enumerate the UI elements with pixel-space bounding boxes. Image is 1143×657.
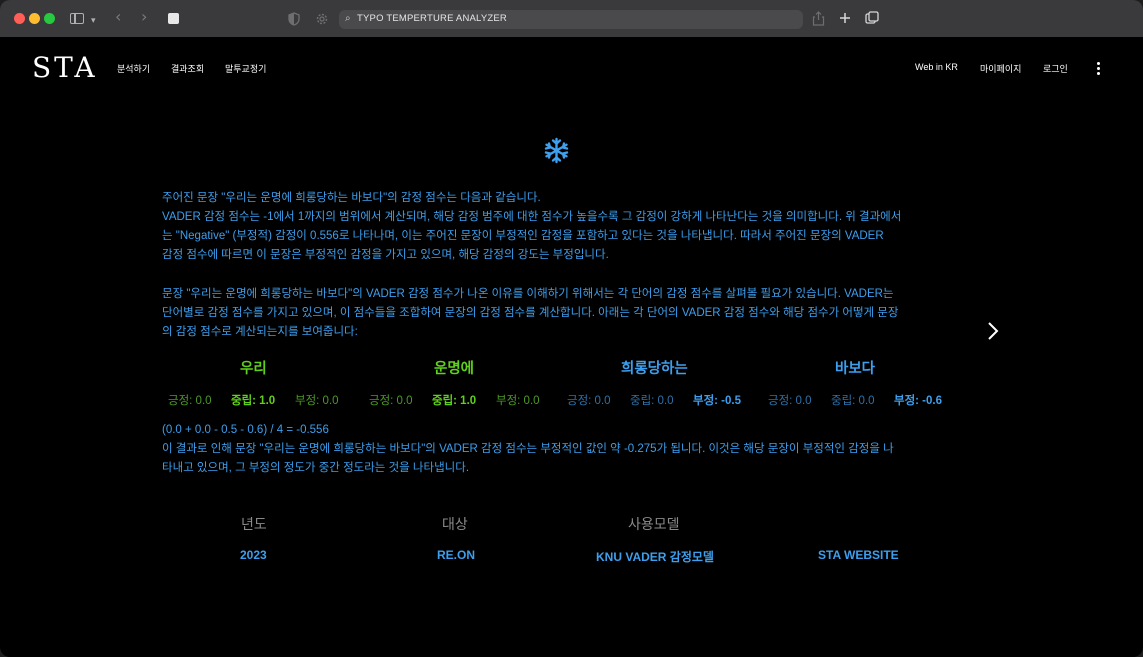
chevron-right-icon[interactable]: [985, 321, 1001, 341]
word-1-negative: 부정: 0.0: [295, 395, 339, 407]
search-icon: ⌕: [345, 13, 351, 24]
nav-results[interactable]: 결과조회: [171, 62, 204, 75]
tab-overview-icon[interactable]: [865, 11, 879, 25]
privacy-shield-icon[interactable]: [288, 12, 300, 26]
share-icon[interactable]: [812, 11, 825, 26]
address-bar[interactable]: ⌕ TYPO TEMPERTURE ANALYZER: [339, 10, 803, 29]
info-label-model: 사용모델: [628, 516, 680, 532]
back-icon[interactable]: ‹: [115, 8, 121, 26]
new-tab-icon[interactable]: [839, 12, 851, 24]
result-line: 이 결과로 인해 문장 "우리는 운명에 희롱당하는 바보다"의 VADER 감…: [162, 443, 894, 455]
nav-tone-corrector[interactable]: 말투교정기: [225, 62, 266, 75]
snowflake-icon: [544, 137, 569, 164]
nav-analyze[interactable]: 분석하기: [117, 62, 150, 75]
word-2-neutral: 중립: 1.0: [432, 395, 477, 407]
formula-line: (0.0 + 0.0 - 0.5 - 0.6) / 4 = -0.556: [162, 424, 329, 436]
nav-language[interactable]: Web in KR: [915, 62, 958, 72]
maximize-window-button[interactable]: [44, 13, 55, 24]
word-2-negative: 부정: 0.0: [496, 395, 540, 407]
tab-favicon-icon[interactable]: [168, 13, 179, 24]
word-3-neutral: 중립: 0.0: [630, 395, 674, 407]
nav-mypage[interactable]: 마이페이지: [980, 62, 1021, 75]
info-value-target: RE.ON: [437, 548, 476, 562]
browser-toolbar: ▾ ‹ › ⌕ TYPO TEMPERTURE ANALYZER: [0, 0, 1143, 37]
word-title-2: 운명에: [434, 361, 475, 377]
info-value-year: 2023: [240, 548, 267, 562]
result-line: 타내고 있으며, 그 부정의 정도가 중간 정도라는 것을 나타냅니다.: [162, 462, 470, 474]
word-2-positive: 긍정: 0.0: [369, 395, 413, 407]
info-label-year: 년도: [241, 516, 267, 532]
minimize-window-button[interactable]: [29, 13, 40, 24]
explain-line: 의 감정 점수로 계산되는지를 보여줍니다:: [162, 326, 358, 338]
explain-line: 단어별로 감정 점수를 가지고 있으며, 이 점수들을 조합하여 문장의 감정 …: [162, 307, 899, 319]
word-title-3: 희롱당하는: [621, 361, 688, 377]
chevron-down-icon[interactable]: ▾: [91, 12, 96, 30]
sidebar-icon[interactable]: [70, 13, 84, 24]
settings-gear-icon[interactable]: [315, 12, 329, 26]
info-value-model: KNU VADER 감정모델: [596, 550, 714, 564]
forward-icon[interactable]: ›: [141, 8, 147, 26]
explain-paragraph: 문장 "우리는 운명에 희롱당하는 바보다"의 VADER 감정 점수가 나온 …: [162, 285, 952, 342]
intro-line: VADER 감정 점수는 -1에서 1까지의 범위에서 계산되며, 해당 감정 …: [162, 211, 902, 223]
close-window-button[interactable]: [14, 13, 25, 24]
info-label-target: 대상: [442, 516, 468, 532]
word-3-positive: 긍정: 0.0: [567, 395, 611, 407]
word-4-positive: 긍정: 0.0: [768, 395, 812, 407]
word-title-1: 우리: [240, 361, 267, 377]
info-value-website[interactable]: STA WEBSITE: [818, 548, 899, 562]
word-4-negative: 부정: -0.6: [894, 395, 943, 407]
site-logo[interactable]: STA: [32, 51, 98, 84]
intro-line: 감정 점수에 따르면 이 문장은 부정적인 감정을 가지고 있으며, 해당 감정…: [162, 249, 609, 261]
result-paragraph: (0.0 + 0.0 - 0.5 - 0.6) / 4 = -0.556 이 결…: [162, 421, 952, 478]
word-3-negative: 부정: -0.5: [693, 395, 742, 407]
more-menu-icon[interactable]: [1095, 60, 1103, 76]
intro-line: 주어진 문장 "우리는 운명에 희롱당하는 바보다"의 감정 점수는 다음과 같…: [162, 192, 541, 204]
address-text: TYPO TEMPERTURE ANALYZER: [357, 13, 507, 24]
page-content: STA 분석하기 결과조회 말투교정기 Web in KR 마이페이지 로그인 …: [0, 37, 1143, 657]
word-4-neutral: 중립: 0.0: [831, 395, 875, 407]
intro-line: 는 "Negative" (부정적) 감정이 0.556로 나타나며, 이는 주…: [162, 230, 884, 242]
explain-line: 문장 "우리는 운명에 희롱당하는 바보다"의 VADER 감정 점수가 나온 …: [162, 288, 894, 300]
word-title-4: 바보다: [835, 361, 876, 377]
intro-paragraph: 주어진 문장 "우리는 운명에 희롱당하는 바보다"의 감정 점수는 다음과 같…: [162, 189, 952, 265]
nav-login[interactable]: 로그인: [1043, 62, 1068, 75]
word-1-neutral: 중립: 1.0: [231, 395, 276, 407]
word-1-positive: 긍정: 0.0: [168, 395, 212, 407]
